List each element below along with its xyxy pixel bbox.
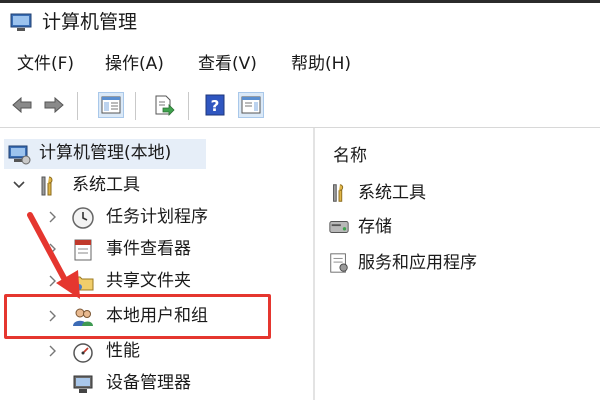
tree-item-system-tools[interactable]: 系统工具 [10,171,210,201]
menu-view[interactable]: 查看(V) [198,53,257,75]
toolbar-separator [135,92,136,120]
device-manager-icon [73,375,93,393]
chevron-right-icon[interactable] [46,207,60,227]
system-tools-icon [41,176,53,196]
storage-icon [329,221,349,233]
clock-icon [72,207,94,229]
list-item-label: 存储 [358,217,392,237]
system-tools-icon [333,184,344,202]
services-icon [330,253,348,273]
tree-item-device-manager[interactable]: 设备管理器 [44,369,244,399]
back-icon[interactable] [10,93,34,117]
shared-folder-icon [72,276,94,291]
list-item-services-and-applications[interactable]: 服务和应用程序 [328,250,528,278]
menu-help[interactable]: 帮助(H) [291,53,351,75]
event-viewer-icon [74,239,92,261]
export-list-icon[interactable] [152,93,176,117]
tree-item-shared-folders[interactable]: 共享文件夹 [44,267,244,297]
tree-item-task-scheduler[interactable]: 任务计划程序 [44,203,244,233]
chevron-right-icon[interactable] [46,271,60,291]
menu-file[interactable]: 文件(F) [17,53,74,75]
chevron-right-icon[interactable] [46,341,60,361]
window-title: 计算机管理 [42,11,138,33]
toolbar: ? [0,84,600,126]
tree-item-computer-management-local[interactable]: 计算机管理(本地) [4,139,206,169]
chevron-down-icon[interactable] [12,175,26,195]
menu-action[interactable]: 操作(A) [105,53,164,75]
column-header-name[interactable]: 名称 [333,145,367,167]
chevron-right-icon[interactable] [46,239,60,259]
toolbar-separator [188,92,189,120]
list-item-storage[interactable]: 存储 [328,214,468,242]
tree-item-performance[interactable]: 性能 [44,337,244,367]
forward-icon[interactable] [42,93,66,117]
menu-bar: 文件(F) 操作(A) 查看(V) 帮助(H) [0,44,600,84]
tree-item-event-viewer[interactable]: 事件查看器 [44,235,244,265]
tree-item-label: 性能 [106,341,140,361]
tree-item-label: 计算机管理(本地) [39,143,172,163]
action-pane-icon[interactable] [238,92,264,118]
tree-item-label: 任务计划程序 [106,207,208,227]
svg-text:?: ? [211,97,220,115]
toolbar-separator [77,92,78,120]
help-icon[interactable]: ? [203,93,227,117]
computer-management-icon [10,13,32,31]
title-bar: 计算机管理 [0,0,600,40]
tree-item-label: 设备管理器 [106,373,191,393]
tree-item-label: 系统工具 [72,175,140,195]
highlight-box [4,294,271,339]
list-item-label: 服务和应用程序 [358,253,477,273]
performance-icon [73,343,93,363]
tree-item-label: 共享文件夹 [106,271,191,291]
show-hide-tree-icon[interactable] [98,92,124,118]
list-item-label: 系统工具 [358,183,426,203]
tree-item-label: 事件查看器 [106,239,191,259]
computer-management-icon [8,145,31,165]
list-item-system-tools[interactable]: 系统工具 [328,180,468,208]
